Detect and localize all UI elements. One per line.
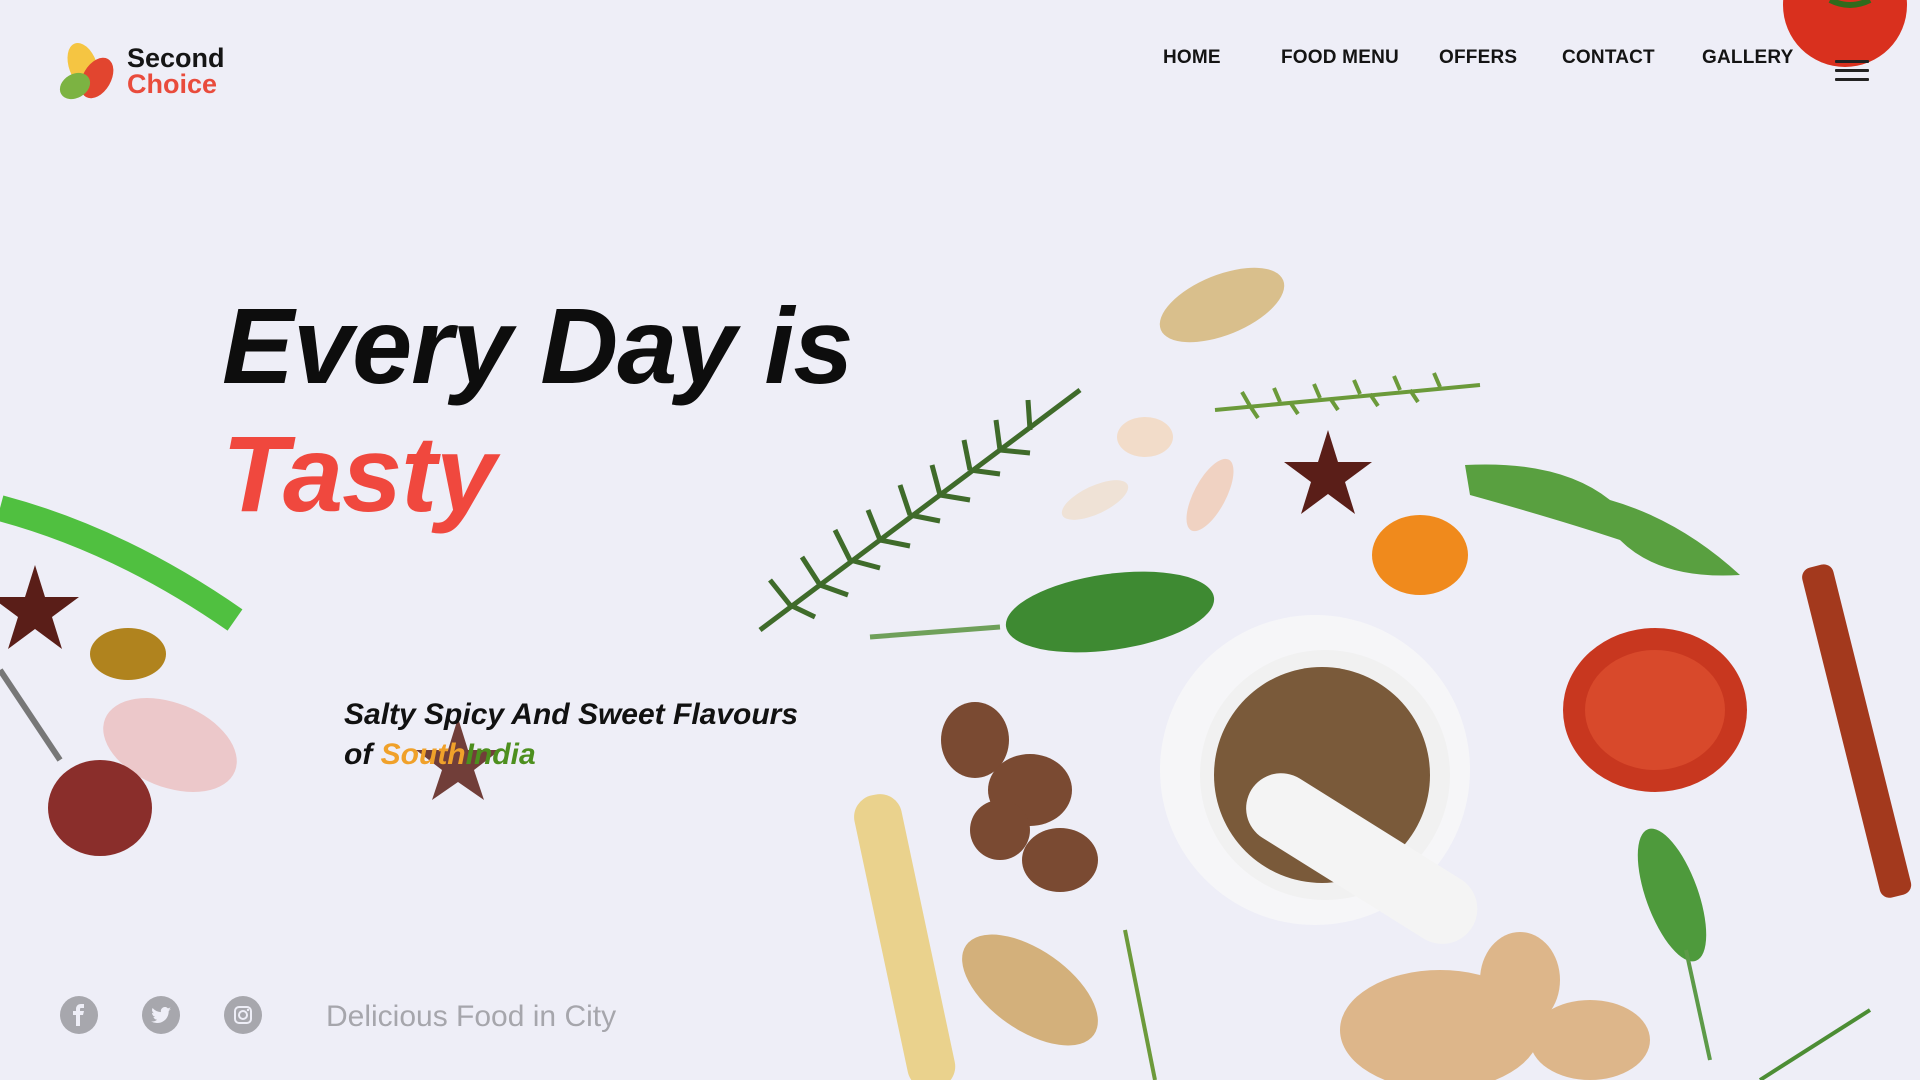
- garlic-image: [1117, 417, 1173, 457]
- galangal-image: [941, 702, 1098, 892]
- menu-hamburger-icon[interactable]: [1835, 60, 1869, 84]
- leaf-logo-icon: [59, 42, 114, 100]
- brand-name: Second Choice: [127, 43, 225, 99]
- turmeric-image: [1372, 515, 1468, 595]
- instagram-icon: [234, 1006, 252, 1024]
- tomato-image: [1783, 0, 1907, 67]
- tagline-prefix: of: [344, 738, 381, 771]
- hero-title-line1: Every Day is: [222, 285, 853, 406]
- nav-gallery[interactable]: GALLERY: [1702, 47, 1793, 69]
- nav-food-menu[interactable]: FOOD MENU: [1281, 47, 1399, 69]
- thyme-image: [1214, 372, 1481, 420]
- nav-home[interactable]: HOME: [1163, 47, 1221, 69]
- spoon-mustard-image: [90, 628, 166, 680]
- instagram-link[interactable]: [224, 996, 262, 1034]
- hero-title: Every Day is Tasty: [222, 282, 853, 538]
- facebook-icon: [73, 1004, 84, 1026]
- brand-line-1: Second: [127, 43, 225, 73]
- facebook-link[interactable]: [60, 996, 98, 1034]
- tagline: Salty Spicy And Sweet Flavours of SouthI…: [344, 695, 798, 775]
- curry-leaves-image: [1465, 464, 1740, 576]
- social-links: [60, 996, 306, 1034]
- tagline-line1: Salty Spicy And Sweet Flavours: [344, 698, 799, 731]
- spoon-salt-image: [103, 698, 237, 792]
- dried-fruit-image: [1563, 628, 1747, 792]
- hamburger-line: [1835, 60, 1869, 63]
- twitter-link[interactable]: [142, 996, 180, 1034]
- brand-line-2: Choice: [127, 69, 218, 99]
- tagline-line2: of SouthIndia: [344, 735, 798, 775]
- hero-title-line2: Tasty: [222, 413, 496, 534]
- nav-offers[interactable]: OFFERS: [1439, 47, 1517, 69]
- bay-leaf-image: [1159, 267, 1285, 343]
- sage-leaf-image: [869, 571, 1215, 653]
- nav-contact[interactable]: CONTACT: [1562, 47, 1655, 69]
- root-slice-image: [854, 794, 956, 1080]
- tagline-south: South: [380, 738, 466, 771]
- cinnamon-image: [1802, 564, 1912, 898]
- spoon-pepper-image: [48, 760, 152, 856]
- hamburger-line: [1835, 69, 1869, 72]
- footer-tagline: Delicious Food in City: [326, 1000, 617, 1033]
- spices-illustration: [0, 0, 1912, 1080]
- tagline-india: India: [465, 738, 536, 771]
- ginger-image: [1340, 932, 1650, 1080]
- twitter-icon: [151, 1006, 171, 1024]
- brand-logo[interactable]: Second Choice: [55, 38, 225, 104]
- hamburger-line: [1835, 78, 1869, 81]
- green-onion-image: [0, 495, 243, 631]
- mortar-pestle-image: [1160, 615, 1478, 944]
